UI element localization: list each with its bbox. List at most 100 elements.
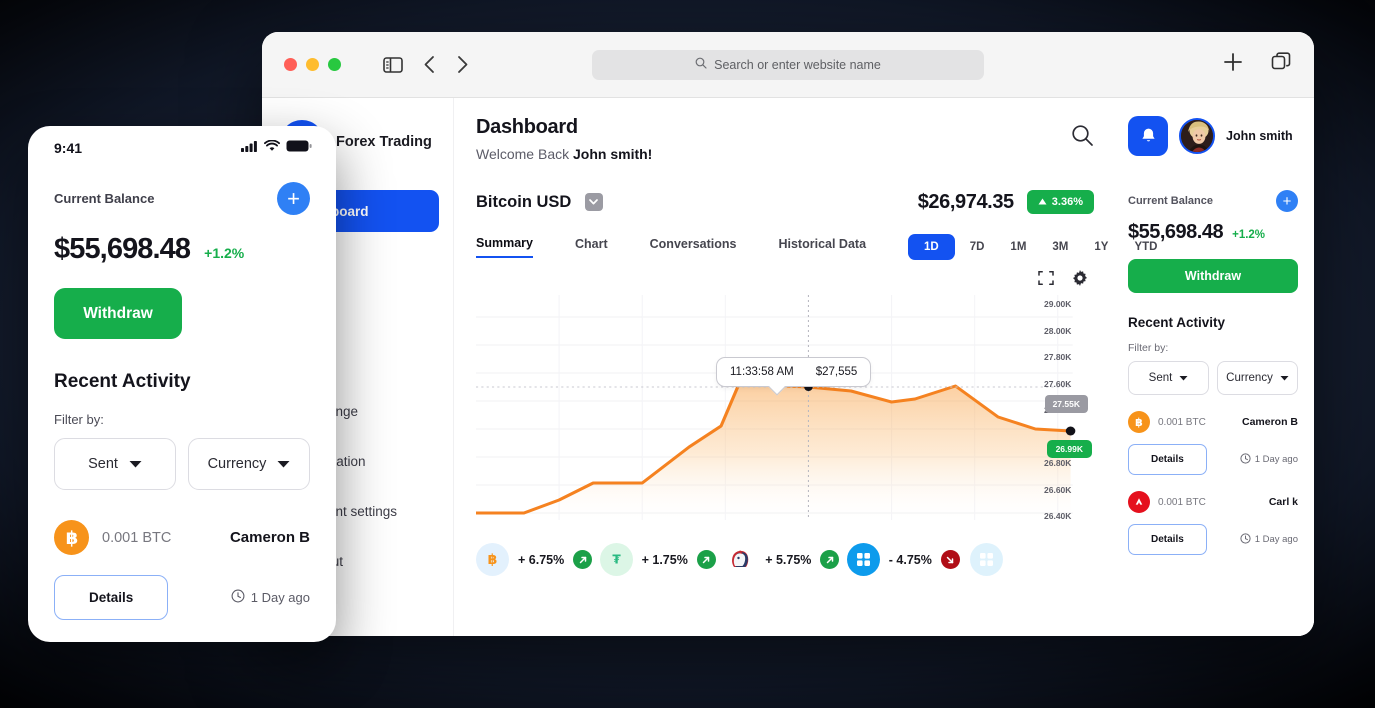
gear-icon[interactable] <box>1072 270 1088 291</box>
filter-currency-dropdown[interactable]: Currency <box>1217 361 1298 395</box>
price-change-badge: 3.36% <box>1026 190 1094 214</box>
welcome-message: Welcome Back John smith! <box>476 146 652 162</box>
chart-tooltip: 11:33:58 AM $27,555 <box>716 357 872 387</box>
ticker-change: + 1.75% <box>641 552 688 567</box>
chevron-down-icon <box>1280 372 1289 384</box>
minimize-window-button[interactable] <box>306 58 319 71</box>
phone-balance-label: Current Balance <box>54 191 155 206</box>
address-bar[interactable]: Search or enter website name <box>592 49 984 80</box>
range-1y[interactable]: 1Y <box>1083 234 1119 260</box>
grid-square-icon <box>846 543 880 576</box>
page-title: Dashboard <box>476 116 578 138</box>
ticker-item[interactable]: + 5.75% <box>723 543 847 576</box>
activity-amount: 0.001 BTC <box>1158 416 1206 428</box>
welcome-prefix: Welcome Back <box>476 146 573 162</box>
ticker-item[interactable]: ฿ + 6.75% <box>476 543 600 576</box>
clock-icon <box>1240 452 1251 467</box>
plus-icon[interactable]: + <box>277 182 310 215</box>
maximize-window-button[interactable] <box>328 58 341 71</box>
filter-label-text: Currency <box>1226 372 1273 384</box>
phone-details-button[interactable]: Details <box>54 575 169 620</box>
ticker-item[interactable]: - 4.75% <box>846 543 971 576</box>
sidebar-toggle-icon[interactable] <box>383 56 403 73</box>
chevron-down-icon <box>1179 372 1188 384</box>
activity-amount: 0.001 BTC <box>1158 496 1206 508</box>
range-1d[interactable]: 1D <box>908 234 955 260</box>
avatar[interactable] <box>1179 118 1215 154</box>
phone-activity-time: 1 Day ago <box>231 589 310 606</box>
phone-filter-sent-dropdown[interactable]: Sent <box>54 438 176 490</box>
phone-balance-change: +1.2% <box>204 245 245 261</box>
chevron-right-icon[interactable] <box>456 55 469 74</box>
svg-text:฿: ฿ <box>488 552 498 568</box>
phone-activity-item: ฿ 0.001 BTC Cameron B Details 1 Day ago <box>54 520 310 620</box>
copy-tabs-icon[interactable] <box>1270 51 1292 78</box>
activity-item: 0.001 BTC Carl k Details 1 Day ago <box>1128 491 1298 555</box>
fullscreen-icon[interactable] <box>1038 270 1054 291</box>
crosshair-price-tag: 27.55K <box>1044 395 1088 413</box>
clock-icon <box>231 589 245 606</box>
phone-withdraw-button[interactable]: Withdraw <box>54 288 182 339</box>
chevron-down-icon[interactable] <box>584 193 603 212</box>
phone-balance-amount: $55,698.48 <box>54 233 191 265</box>
range-7d[interactable]: 7D <box>959 234 996 260</box>
ticker-change: + 6.75% <box>518 552 565 567</box>
range-3m[interactable]: 3M <box>1041 234 1079 260</box>
last-price-tag: 26.99K <box>1046 440 1092 458</box>
filter-sent-dropdown[interactable]: Sent <box>1128 361 1209 395</box>
bitcoin-icon: ฿ <box>1128 411 1150 433</box>
activity-name: Carl k <box>1268 496 1298 508</box>
cellular-signal-icon <box>241 139 258 157</box>
tab-chart[interactable]: Chart <box>575 237 608 257</box>
activity-time-text: 1 Day ago <box>1254 534 1298 545</box>
chart-card: Bitcoin USD $26,974.35 3.36% Summary Cha… <box>476 190 1157 576</box>
phone-activity-name: Cameron B <box>229 529 310 546</box>
chevron-left-icon[interactable] <box>423 55 436 74</box>
activity-item: ฿ 0.001 BTC Cameron B Details 1 Day ago <box>1128 411 1298 475</box>
ticker-change: + 5.75% <box>765 552 812 567</box>
withdraw-button[interactable]: Withdraw <box>1128 259 1298 293</box>
arrow-down-icon <box>940 550 960 569</box>
trading-pair-label: Bitcoin USD <box>476 192 572 211</box>
welcome-user: John smith! <box>573 146 653 162</box>
y-tick-label: 28.00K <box>1044 325 1072 336</box>
svg-text:฿: ฿ <box>65 528 78 549</box>
trading-pair[interactable]: Bitcoin USD <box>476 193 603 212</box>
bell-icon[interactable] <box>1128 116 1168 156</box>
range-1m[interactable]: 1M <box>999 234 1037 260</box>
arrow-up-icon <box>696 550 716 569</box>
details-button[interactable]: Details <box>1128 524 1207 555</box>
ticker-row: ฿ + 6.75% ₮ + 1.75% + 5.75% - 4.75% <box>476 543 1094 576</box>
plus-icon[interactable]: + <box>1276 190 1298 212</box>
user-name: John smith <box>1226 129 1293 143</box>
search-icon <box>695 57 707 72</box>
activity-time-text: 1 Day ago <box>1254 454 1298 465</box>
arrow-up-icon <box>820 550 840 569</box>
ticker-item[interactable] <box>970 543 1094 576</box>
recent-activity-title: Recent Activity <box>1128 315 1226 330</box>
browser-toolbar: Search or enter website name <box>262 32 1314 98</box>
tab-conversations[interactable]: Conversations <box>650 237 737 257</box>
phone-filter-currency-dropdown[interactable]: Currency <box>188 438 310 490</box>
main-content: Dashboard Welcome Back John smith! Bitco… <box>454 98 1157 636</box>
phone-mockup: 9:41 Current Balance + $55,698.48 +1.2% … <box>28 126 336 642</box>
range-ytd[interactable]: YTD <box>1123 234 1168 260</box>
tab-summary[interactable]: Summary <box>476 236 533 258</box>
phone-activity-amount: 0.001 BTC <box>102 529 172 546</box>
price-chart[interactable]: 29.00K 28.00K 27.80K 27.60K 27.40K 26.80… <box>476 295 1094 527</box>
tab-historical-data[interactable]: Historical Data <box>778 237 866 257</box>
y-tick-label: 26.60K <box>1044 484 1072 495</box>
plus-icon[interactable] <box>1222 51 1244 78</box>
filter-label-text: Sent <box>88 456 118 472</box>
y-tick-label: 26.80K <box>1044 458 1072 468</box>
phone-filter-label: Filter by: <box>54 412 104 427</box>
balance-label: Current Balance <box>1128 195 1213 207</box>
search-icon[interactable] <box>1071 124 1094 152</box>
avalanche-icon <box>1128 491 1150 513</box>
filter-label: Filter by: <box>1128 342 1169 354</box>
ticker-item[interactable]: ₮ + 1.75% <box>599 543 724 576</box>
details-button[interactable]: Details <box>1128 444 1207 475</box>
unicorn-icon <box>723 543 757 576</box>
chevron-down-icon <box>129 456 142 472</box>
close-window-button[interactable] <box>284 58 297 71</box>
